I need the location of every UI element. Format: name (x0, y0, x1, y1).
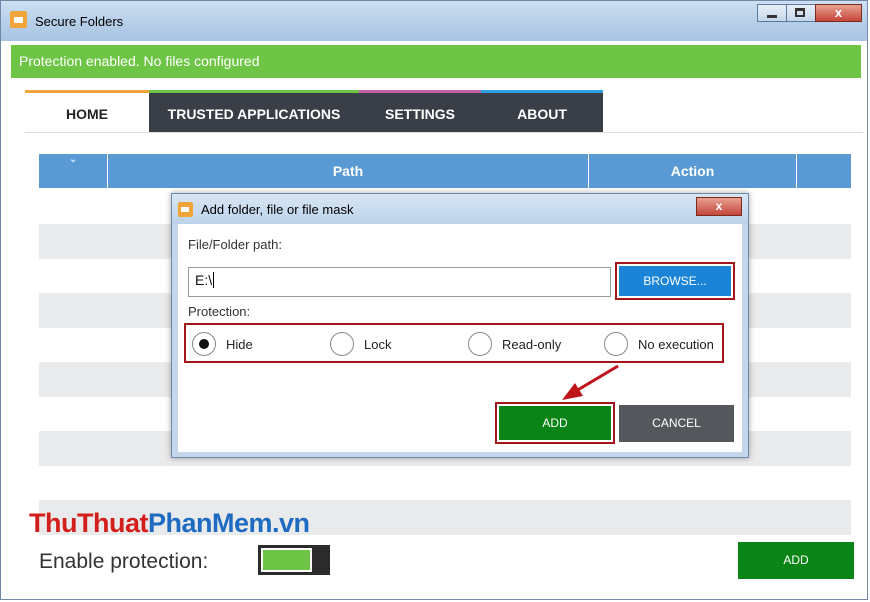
dialog-title-bar: Add folder, file or file mask x (172, 194, 748, 224)
toggle-fill (261, 548, 312, 572)
sort-chevron-icon: ⌄ (69, 154, 78, 165)
dialog-cancel-button[interactable]: CANCEL (619, 405, 734, 442)
tab-home[interactable]: HOME (25, 90, 149, 132)
window-controls: x (757, 4, 862, 22)
status-text: Protection enabled. No files configured (19, 53, 260, 69)
close-icon: x (834, 5, 843, 20)
tab-about[interactable]: ABOUT (481, 90, 603, 132)
table-header: ⌄ Path Action (39, 154, 851, 188)
close-icon: x (715, 199, 723, 213)
close-button[interactable]: x (815, 4, 862, 22)
tab-settings[interactable]: SETTINGS (359, 90, 481, 132)
tab-trusted-applications[interactable]: TRUSTED APPLICATIONS (149, 90, 359, 132)
watermark-logo: ThuThuatPhanMem.vn (29, 508, 310, 538)
add-button[interactable]: ADD (738, 542, 854, 579)
dialog-title: Add folder, file or file mask (201, 202, 354, 217)
column-header-select[interactable]: ⌄ (39, 154, 108, 188)
window-title: Secure Folders (35, 14, 124, 29)
title-bar: Secure Folders x (1, 1, 867, 41)
dialog-folder-icon (178, 202, 193, 217)
minimize-button[interactable] (757, 4, 786, 22)
column-header-path[interactable]: Path (108, 154, 589, 188)
maximize-button[interactable] (786, 4, 815, 22)
enable-protection-toggle[interactable] (258, 545, 330, 575)
dialog-body: File/Folder path: E:\ BROWSE... Protecti… (178, 224, 742, 452)
column-header-action[interactable]: Action (589, 154, 797, 188)
dialog-add-button[interactable]: ADD (499, 406, 611, 440)
status-bar: Protection enabled. No files configured (11, 45, 861, 78)
tab-divider (25, 132, 863, 133)
app-folder-icon (10, 11, 27, 28)
enable-protection-label: Enable protection: (39, 550, 209, 573)
tab-bar: HOME TRUSTED APPLICATIONS SETTINGS ABOUT (25, 90, 603, 132)
dialog-close-button[interactable]: x (696, 197, 742, 216)
add-folder-dialog: Add folder, file or file mask x File/Fol… (171, 193, 749, 458)
add-highlight: ADD (495, 402, 615, 444)
